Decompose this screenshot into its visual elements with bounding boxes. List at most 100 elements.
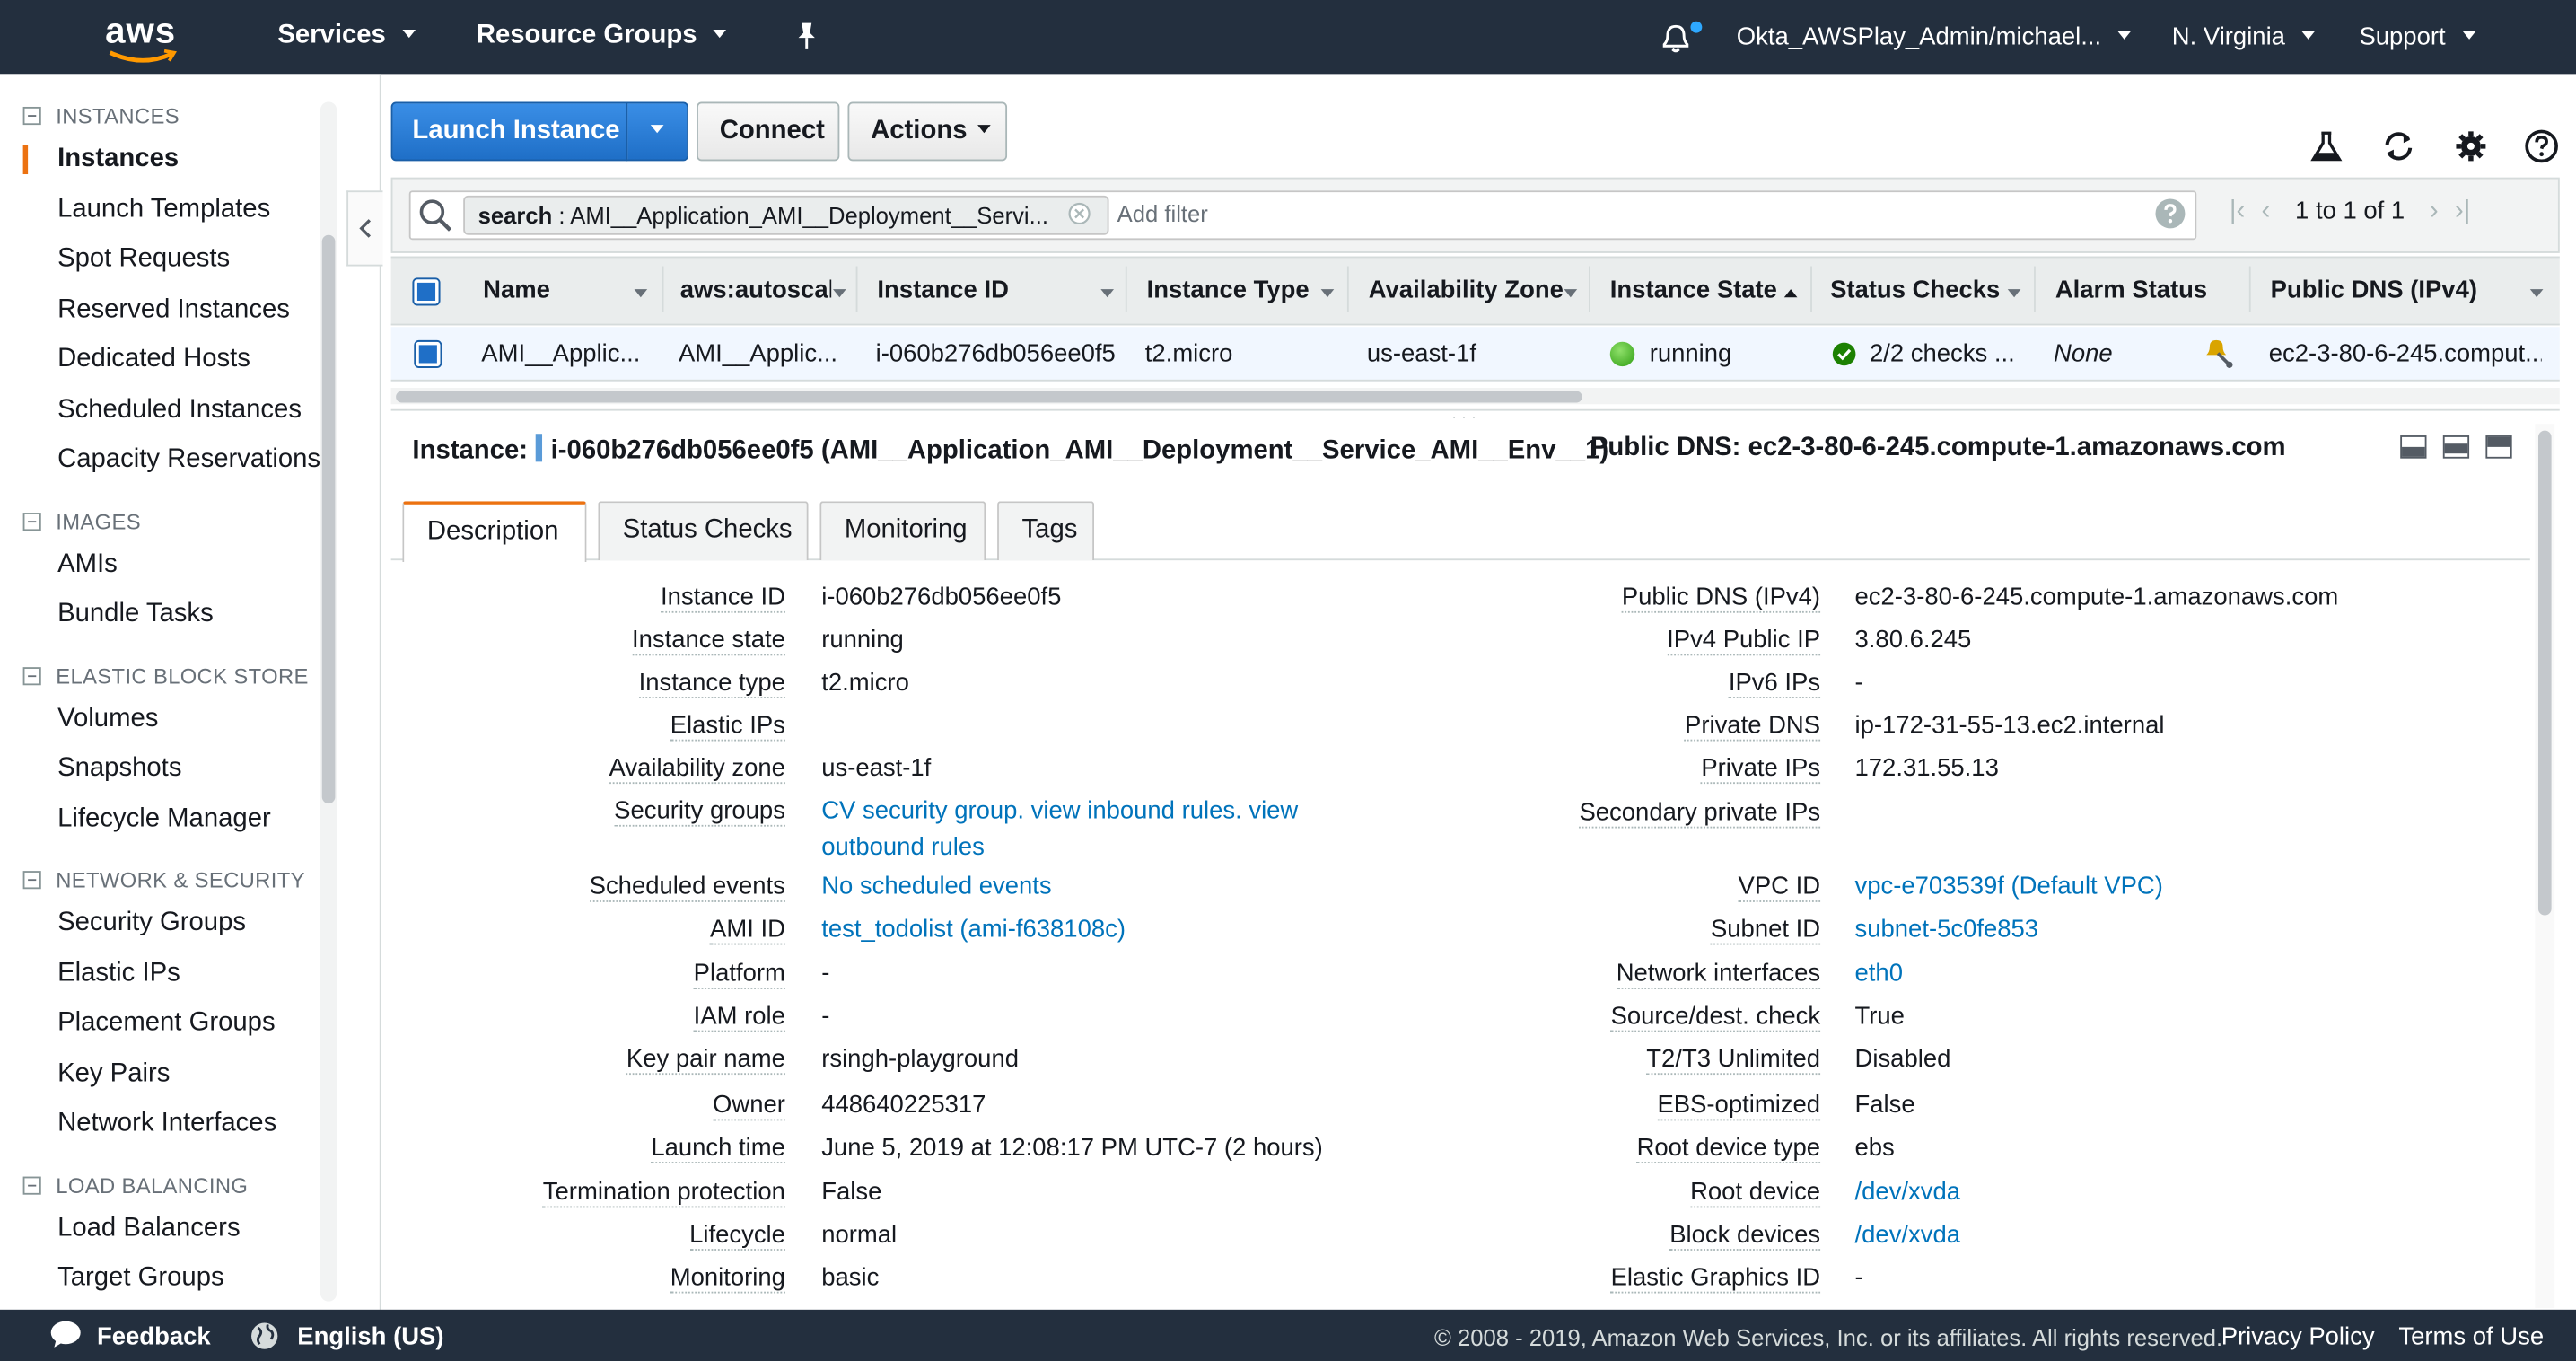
column-instance-type[interactable]: Instance Type (1147, 277, 1310, 304)
column-public-dns[interactable]: Public DNS (IPv4) (2271, 277, 2477, 304)
section-header-ebs[interactable]: ELASTIC BLOCK STORE (23, 663, 309, 688)
sidebar-item-key-pairs[interactable]: Key Pairs (57, 1060, 170, 1090)
filter-help-icon[interactable] (2154, 198, 2187, 239)
sort-icon[interactable] (2530, 289, 2544, 297)
section-header-instances[interactable]: INSTANCES (23, 103, 180, 127)
terms-of-use-link[interactable]: Terms of Use (2398, 1322, 2544, 1350)
sort-icon[interactable] (1100, 289, 1114, 297)
sidebar-item-snapshots[interactable]: Snapshots (57, 754, 181, 784)
column-status-checks[interactable]: Status Checks (1830, 277, 2000, 304)
language-selector[interactable]: English (US) (297, 1322, 443, 1350)
sidebar-item-scheduled-instances[interactable]: Scheduled Instances (57, 396, 302, 426)
sidebar-item-bundle-tasks[interactable]: Bundle Tasks (57, 600, 214, 629)
actions-button[interactable]: Actions (847, 101, 1007, 161)
sidebar-item-amis[interactable]: AMIs (57, 550, 118, 580)
value-root-device[interactable]: /dev/xvda (1855, 1178, 1961, 1207)
resource-groups-menu[interactable]: Resource Groups (477, 22, 727, 51)
sidebar-item-launch-templates[interactable]: Launch Templates (57, 196, 270, 225)
sidebar-item-network-interfaces[interactable]: Network Interfaces (57, 1110, 276, 1139)
row-checkbox[interactable] (414, 340, 442, 368)
tab-tags[interactable]: Tags (997, 501, 1094, 560)
column-availability-zone[interactable]: Availability Zone (1369, 277, 1564, 304)
sidebar-item-volumes[interactable]: Volumes (57, 705, 158, 734)
resize-handle-icon[interactable]: ˙˙˙ (1452, 414, 1482, 430)
refresh-icon[interactable] (2380, 128, 2416, 164)
pane-divider[interactable] (391, 409, 2560, 411)
prev-page-icon[interactable]: ‹ (2262, 198, 2271, 227)
notifications-bell-icon[interactable] (1658, 20, 1694, 64)
gear-icon[interactable] (2453, 128, 2489, 164)
feedback-link[interactable]: Feedback (97, 1322, 211, 1350)
region-menu[interactable]: N. Virginia (2172, 23, 2315, 51)
value-security-groups-2[interactable]: outbound rules (821, 833, 985, 863)
tab-monitoring[interactable]: Monitoring (819, 501, 986, 560)
collapse-icon (23, 1177, 41, 1195)
column-instance-id[interactable]: Instance ID (877, 277, 1008, 304)
public-dns-label: Public DNS: (1590, 434, 1741, 461)
table-scrollbar[interactable] (396, 391, 1582, 403)
launch-instance-button[interactable]: Launch Instance (391, 101, 628, 161)
filter-chip[interactable]: search : AMI__Application_AMI__Deploymen… (463, 196, 1108, 235)
support-menu[interactable]: Support (2359, 23, 2475, 51)
first-page-icon[interactable]: |‹ (2230, 198, 2245, 227)
sort-icon[interactable] (635, 289, 648, 297)
aws-logo[interactable]: aws (105, 10, 180, 63)
launch-instance-dropdown[interactable] (626, 101, 688, 161)
sidebar-item-lifecycle-manager[interactable]: Lifecycle Manager (57, 805, 271, 835)
sidebar-item-spot-requests[interactable]: Spot Requests (57, 245, 230, 275)
layout-top-icon[interactable] (2485, 435, 2511, 459)
value-security-groups[interactable]: CV security group. view inbound rules. v… (821, 797, 1298, 827)
help-icon[interactable] (2523, 128, 2559, 164)
section-header-network-security[interactable]: NETWORK & SECURITY (23, 867, 305, 891)
section-header-images[interactable]: IMAGES (23, 509, 141, 533)
account-menu[interactable]: Okta_AWSPlay_Admin/michael... (1737, 23, 2131, 51)
value-block-devices[interactable]: /dev/xvda (1855, 1221, 1961, 1251)
sidebar-item-placement-groups[interactable]: Placement Groups (57, 1009, 276, 1039)
value-ami-id[interactable]: test_todolist (ami-f638108c) (821, 916, 1126, 945)
pin-icon[interactable] (792, 20, 821, 61)
sidebar-item-elastic-ips[interactable]: Elastic IPs (57, 960, 180, 989)
feedback-icon[interactable] (49, 1320, 83, 1356)
sort-icon[interactable] (1564, 289, 1578, 297)
tab-status-checks[interactable]: Status Checks (598, 501, 808, 560)
sidebar-item-load-balancers[interactable]: Load Balancers (57, 1215, 241, 1244)
sidebar-item-target-groups[interactable]: Target Groups (57, 1264, 224, 1294)
value-vpc-id[interactable]: vpc-e703539f (Default VPC) (1855, 873, 2163, 902)
sort-asc-icon[interactable] (1784, 289, 1798, 297)
sidebar-item-capacity-reservations[interactable]: Capacity Reservations (57, 445, 320, 475)
chevron-down-icon (651, 125, 664, 133)
privacy-policy-link[interactable]: Privacy Policy (2221, 1322, 2375, 1350)
add-filter-placeholder[interactable]: Add filter (1117, 200, 1208, 226)
sort-icon[interactable] (2008, 289, 2021, 297)
connect-button[interactable]: Connect (697, 101, 839, 161)
sort-icon[interactable] (1321, 289, 1335, 297)
select-all-checkbox[interactable] (412, 277, 440, 305)
sidebar-item-security-groups[interactable]: Security Groups (57, 909, 246, 938)
collapse-sidebar-button[interactable] (346, 190, 382, 266)
flask-icon[interactable] (2309, 128, 2344, 164)
value-scheduled-events[interactable]: No scheduled events (821, 873, 1051, 902)
next-page-icon[interactable]: › (2430, 198, 2439, 227)
sort-icon[interactable] (833, 289, 846, 297)
details-scrollbar[interactable] (2538, 431, 2552, 916)
layout-bottom-icon[interactable] (2400, 435, 2426, 459)
value-network-interfaces[interactable]: eth0 (1855, 960, 1903, 989)
tab-description[interactable]: Description (402, 501, 586, 562)
create-alarm-icon[interactable] (2204, 337, 2237, 378)
section-header-load-balancing[interactable]: LOAD BALANCING (23, 1173, 249, 1198)
sidebar-scrollbar[interactable] (322, 235, 336, 803)
layout-split-icon[interactable] (2443, 435, 2469, 459)
sidebar-item-dedicated-hosts[interactable]: Dedicated Hosts (57, 345, 250, 374)
globe-icon[interactable] (250, 1321, 279, 1357)
column-alarm-status[interactable]: Alarm Status (2055, 277, 2207, 304)
services-menu[interactable]: Services (277, 22, 415, 51)
sidebar-item-reserved-instances[interactable]: Reserved Instances (57, 295, 290, 325)
column-instance-state[interactable]: Instance State (1610, 277, 1777, 304)
value-subnet-id[interactable]: subnet-5c0fe853 (1855, 916, 2039, 945)
column-autoscal[interactable]: aws:autoscal (680, 277, 831, 304)
sidebar-item-instances[interactable]: Instances (57, 145, 179, 174)
remove-filter-icon[interactable] (1068, 202, 1091, 233)
cell-status-checks[interactable]: 2/2 checks ... (1870, 340, 2028, 368)
last-page-icon[interactable]: ›| (2455, 198, 2470, 227)
column-name[interactable]: Name (483, 277, 550, 304)
